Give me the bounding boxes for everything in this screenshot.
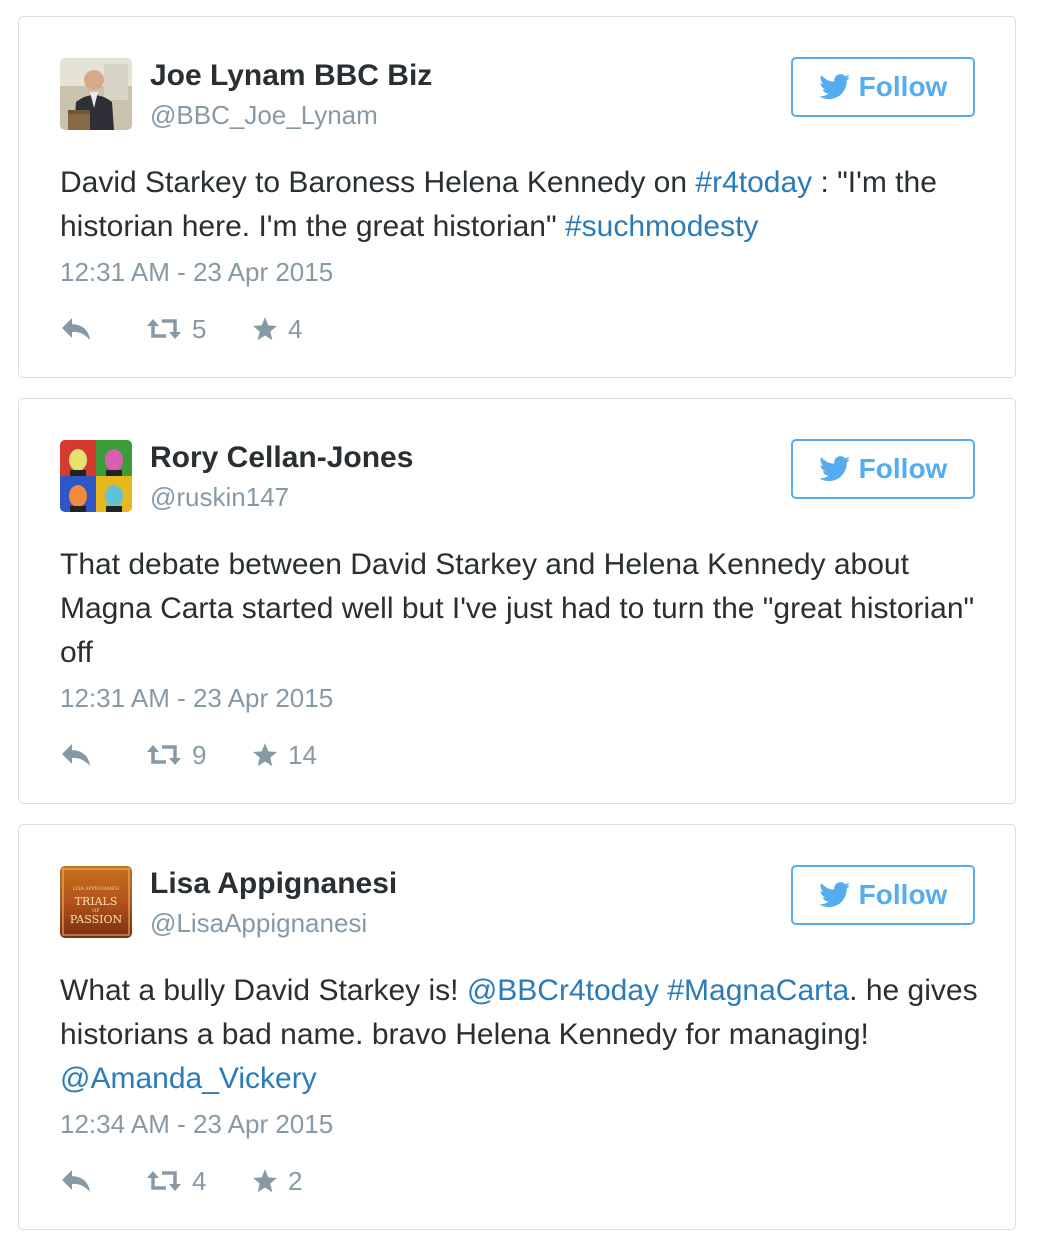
favorite-count: 2: [288, 1165, 303, 1196]
avatar[interactable]: [60, 58, 132, 130]
retweet-icon: [147, 1171, 181, 1191]
avatar-image: LISA APPIGNANESI TRIALS OF PASSION: [60, 866, 132, 938]
follow-button[interactable]: Follow: [791, 865, 975, 925]
hashtag-link[interactable]: #r4today: [695, 166, 812, 199]
hashtag-link[interactable]: #suchmodesty: [565, 210, 758, 243]
follow-label: Follow: [858, 71, 948, 102]
action-bar: 9 14: [60, 735, 317, 775]
reply-icon: [62, 744, 90, 766]
retweet-count: 9: [192, 739, 207, 770]
twitter-bird-icon: [818, 456, 850, 482]
user-handle[interactable]: @BBC_Joe_Lynam: [150, 100, 378, 131]
tweet-text: What a bully David Starkey is! @BBCr4tod…: [60, 969, 980, 1101]
tweet-card: Joe Lynam BBC Biz @BBC_Joe_Lynam Follow …: [18, 16, 1016, 378]
avatar[interactable]: LISA APPIGNANESI TRIALS OF PASSION: [60, 866, 132, 938]
follow-label: Follow: [858, 879, 948, 910]
reply-button[interactable]: [60, 316, 146, 342]
favorite-button[interactable]: 14: [252, 740, 317, 771]
star-icon: [253, 743, 277, 767]
retweet-button[interactable]: 9: [146, 740, 252, 771]
reply-icon: [62, 1170, 90, 1192]
twitter-bird-icon: [818, 882, 850, 908]
display-name[interactable]: Joe Lynam BBC Biz: [150, 59, 432, 93]
action-bar: 4 2: [60, 1161, 302, 1201]
follow-button[interactable]: Follow: [791, 57, 975, 117]
follow-button[interactable]: Follow: [791, 439, 975, 499]
retweet-count: 4: [192, 1165, 207, 1196]
tweet-card: Rory Cellan-Jones @ruskin147 Follow That…: [18, 398, 1016, 804]
text-segment: David Starkey to Baroness Helena Kennedy…: [60, 166, 696, 199]
user-handle[interactable]: @LisaAppignanesi: [150, 908, 367, 939]
reply-button[interactable]: [60, 1168, 146, 1194]
favorite-count: 14: [288, 739, 317, 770]
mention-link[interactable]: @BBCr4today: [467, 974, 659, 1007]
retweet-button[interactable]: 4: [146, 1166, 252, 1197]
text-segment: What a bully David Starkey is!: [60, 974, 467, 1007]
hashtag-link[interactable]: #MagnaCarta: [667, 974, 849, 1007]
avatar-title-text: TRIALS: [75, 895, 118, 908]
retweet-button[interactable]: 5: [146, 314, 252, 345]
follow-label: Follow: [858, 453, 948, 484]
retweet-count: 5: [192, 313, 207, 344]
mention-link[interactable]: @Amanda_Vickery: [60, 1062, 317, 1095]
tweet-text: David Starkey to Baroness Helena Kennedy…: [60, 161, 980, 249]
text-segment: That debate between David Starkey and He…: [60, 548, 975, 669]
favorite-button[interactable]: 4: [252, 314, 302, 345]
favorite-count: 4: [288, 313, 303, 344]
reply-icon: [62, 318, 90, 340]
avatar-image: [60, 440, 132, 512]
star-icon: [253, 1169, 277, 1193]
favorite-button[interactable]: 2: [252, 1166, 302, 1197]
twitter-bird-icon: [818, 74, 850, 100]
user-handle[interactable]: @ruskin147: [150, 482, 289, 513]
retweet-icon: [147, 319, 181, 339]
avatar[interactable]: [60, 440, 132, 512]
reply-button[interactable]: [60, 742, 146, 768]
avatar-image: [60, 58, 132, 130]
avatar-author-text: LISA APPIGNANESI: [73, 886, 120, 892]
display-name[interactable]: Rory Cellan-Jones: [150, 441, 413, 475]
retweet-icon: [147, 745, 181, 765]
avatar-title-text: PASSION: [70, 913, 123, 926]
display-name[interactable]: Lisa Appignanesi: [150, 867, 397, 901]
timestamp[interactable]: 12:31 AM - 23 Apr 2015: [60, 683, 333, 714]
timestamp[interactable]: 12:34 AM - 23 Apr 2015: [60, 1109, 333, 1140]
tweet-card: LISA APPIGNANESI TRIALS OF PASSION Lisa …: [18, 824, 1016, 1230]
action-bar: 5 4: [60, 309, 302, 349]
tweet-text: That debate between David Starkey and He…: [60, 543, 980, 675]
timestamp[interactable]: 12:31 AM - 23 Apr 2015: [60, 257, 333, 288]
star-icon: [253, 317, 277, 341]
